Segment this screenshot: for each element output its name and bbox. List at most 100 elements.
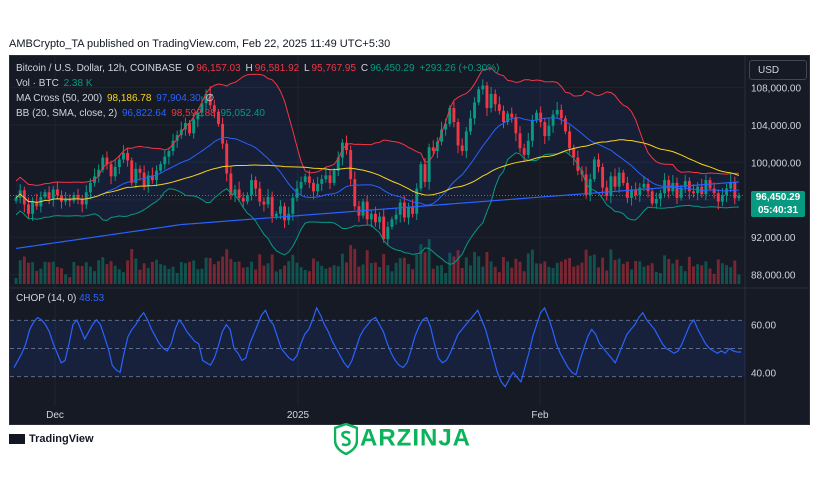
- volume-bar: [183, 263, 187, 284]
- close-label: C: [360, 63, 369, 74]
- volume-bar: [580, 262, 584, 284]
- candle-body: [535, 112, 538, 121]
- volume-bar: [468, 265, 472, 284]
- candle-body: [485, 85, 489, 108]
- candle-body: [692, 191, 695, 194]
- candle-body: [167, 151, 171, 157]
- volume-bar: [150, 261, 154, 284]
- volume-bar: [142, 263, 146, 284]
- volume-bar: [522, 271, 526, 284]
- volume-bar: [700, 265, 704, 284]
- volume-bar: [84, 262, 88, 284]
- volume-bar: [278, 269, 282, 284]
- volume-bar: [456, 250, 460, 284]
- tradingview-logo[interactable]: TradingView: [9, 433, 94, 445]
- volume-bar: [258, 254, 262, 284]
- volume-bar: [204, 257, 208, 284]
- volume-bar: [497, 272, 501, 284]
- candle-body: [307, 176, 311, 183]
- candle-body: [373, 213, 377, 223]
- time-tick-label: Dec: [46, 410, 64, 421]
- volume-bar: [212, 264, 216, 284]
- bb-upper-value: 98,592.88: [171, 108, 216, 119]
- candle-body: [369, 213, 373, 220]
- volume-bar: [663, 255, 667, 284]
- symbol-label[interactable]: Bitcoin / U.S. Dollar, 12h, COINBASE: [16, 63, 182, 74]
- volume-bar: [464, 257, 468, 284]
- volume-bar: [163, 265, 167, 284]
- volume-bar: [122, 272, 125, 284]
- chop-legend[interactable]: CHOP (14, 0) 48.53: [16, 293, 104, 304]
- volume-bar: [31, 262, 35, 284]
- ma-third-value: ∅: [205, 93, 215, 104]
- volume-bar: [572, 266, 576, 284]
- volume-bar: [320, 265, 324, 284]
- candle-body: [419, 164, 423, 189]
- volume-bar: [233, 262, 237, 284]
- candle-body: [497, 104, 501, 111]
- volume-bar: [312, 258, 315, 284]
- volume-bar: [402, 257, 406, 284]
- ma-fast-value: 98,186.78: [106, 93, 152, 104]
- volume-bar: [35, 270, 39, 284]
- candle-body: [88, 182, 92, 193]
- open-label: O: [186, 63, 195, 74]
- volume-bar: [60, 268, 63, 284]
- candle-body: [646, 183, 650, 192]
- volume-bar: [555, 262, 559, 284]
- volume-bar: [130, 249, 134, 284]
- volume-bar: [729, 267, 733, 284]
- price-tick-label: 108,000.00: [751, 83, 801, 94]
- volume-bar: [72, 262, 76, 284]
- volume-bar: [349, 245, 353, 284]
- candle-body: [716, 193, 720, 202]
- ma-cross-legend[interactable]: MA Cross (50, 200) 98,186.78 97,904.30 ∅: [16, 93, 216, 104]
- volume-label: Vol · BTC: [16, 78, 59, 89]
- candle-body: [241, 197, 245, 202]
- candle-body: [564, 118, 567, 132]
- candle-body: [68, 199, 72, 201]
- volume-bar: [679, 265, 683, 284]
- volume-bar: [307, 271, 311, 284]
- volume-bar: [225, 249, 229, 284]
- candle-body: [250, 180, 253, 196]
- chart-frame[interactable]: 108,000.00104,000.00100,000.0096,000.009…: [9, 55, 810, 425]
- candle-body: [349, 150, 353, 180]
- volume-bar: [88, 266, 92, 284]
- candle-body: [303, 176, 307, 182]
- candle-body: [142, 172, 146, 186]
- volume-bar: [68, 277, 72, 284]
- candle-body: [109, 164, 113, 177]
- currency-button[interactable]: USD: [749, 60, 807, 80]
- volume-bar: [328, 267, 332, 284]
- volume-bar: [345, 262, 348, 284]
- volume-bar: [692, 266, 695, 284]
- volume-bar: [659, 273, 662, 284]
- change-value: +293.26 (+0.30%): [419, 63, 500, 74]
- volume-bar: [518, 261, 522, 284]
- candle-body: [266, 196, 270, 205]
- volume-legend[interactable]: Vol · BTC 2.38 K: [16, 78, 95, 89]
- volume-bar: [97, 260, 101, 284]
- candle-body: [237, 189, 241, 198]
- volume-bar: [485, 252, 489, 284]
- tradingview-logo-text: TradingView: [29, 433, 94, 445]
- volume-bar: [452, 256, 456, 284]
- candle-body: [712, 188, 716, 194]
- volume-bar: [250, 261, 253, 284]
- volume-bar: [93, 271, 96, 284]
- volume-bar: [526, 253, 530, 284]
- volume-bar: [708, 268, 712, 284]
- bb-legend[interactable]: BB (20, SMA, close, 2) 96,822.64 98,592.…: [16, 108, 267, 119]
- candle-body: [291, 197, 295, 214]
- volume-bar: [543, 261, 547, 284]
- candle-body: [407, 207, 410, 218]
- candle-body: [332, 170, 336, 183]
- volume-bar: [448, 252, 452, 284]
- low-value: 95,767.95: [311, 63, 357, 74]
- volume-bar: [237, 261, 241, 284]
- volume-bar: [101, 257, 105, 284]
- volume-bar: [510, 267, 514, 284]
- volume-bar: [390, 271, 394, 284]
- candle-body: [382, 216, 386, 240]
